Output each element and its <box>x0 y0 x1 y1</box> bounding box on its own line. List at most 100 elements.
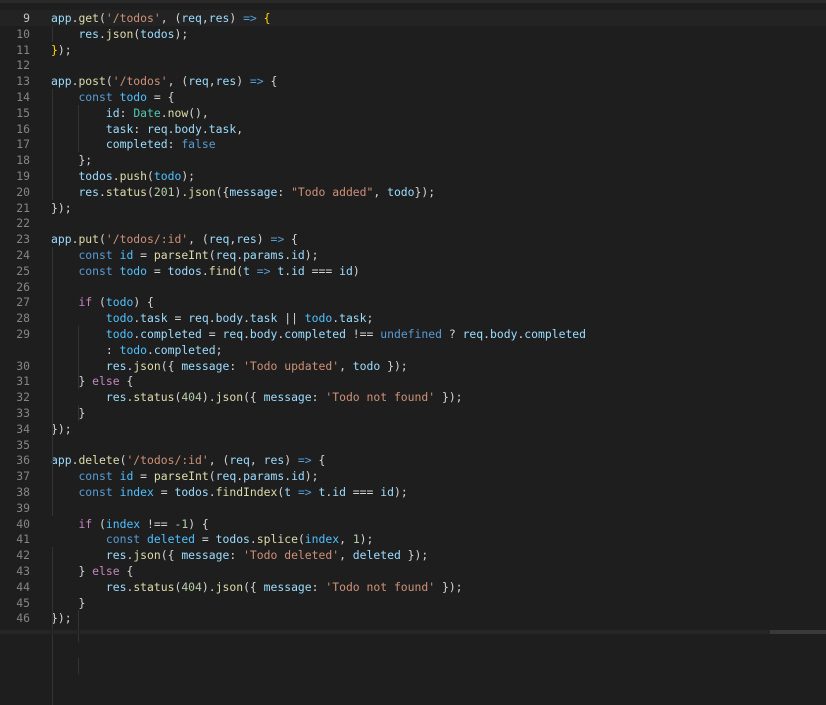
code-line[interactable]: res.json({ message: 'Todo deleted', dele… <box>51 547 428 563</box>
code-line[interactable]: const index = todos.findIndex(t => t.id … <box>51 484 408 500</box>
code-token: ( <box>208 469 216 484</box>
code-token: , <box>208 453 223 468</box>
code-token: ). <box>201 579 216 594</box>
code-token: { <box>119 374 134 389</box>
line-number: 39 <box>16 500 30 515</box>
code-token: const <box>78 90 113 104</box>
code-token: todos <box>78 169 113 183</box>
code-line[interactable]: res.json(todos); <box>51 26 188 42</box>
line-number: 30 <box>16 358 30 373</box>
code-token: todo <box>119 90 148 104</box>
indent-guide <box>52 25 53 42</box>
code-token: task <box>208 121 237 136</box>
indent-guide <box>78 326 79 390</box>
code-line[interactable]: res.status(201).json({message: "Todo add… <box>51 184 435 200</box>
scrollbar-thumb[interactable] <box>770 630 826 634</box>
code-line[interactable]: app.put('/todos/:id', (req,res) => { <box>51 231 298 247</box>
code-line[interactable]: app.delete('/todos/:id', (req, res) => { <box>51 452 325 468</box>
code-token: task <box>339 311 367 326</box>
code-token: '/todos/:id' <box>126 453 209 468</box>
code-line[interactable]: }; <box>51 152 92 168</box>
code-token: ( <box>99 232 106 247</box>
code-token: post <box>78 74 106 89</box>
code-token: . <box>249 532 257 547</box>
code-token: '/todos' <box>105 11 161 25</box>
code-token: ) <box>229 11 244 25</box>
code-line[interactable]: todo.completed = req.body.completed !== … <box>51 326 586 342</box>
code-token: }); <box>51 421 72 436</box>
code-token: else <box>92 374 120 389</box>
code-line[interactable]: completed: false <box>51 136 216 152</box>
code-line[interactable]: res.status(404).json({ message: 'Todo no… <box>51 389 463 405</box>
code-line[interactable]: if (todo) { <box>51 294 153 310</box>
code-token: id <box>105 105 120 120</box>
code-token: id <box>291 248 305 262</box>
line-number: 23 <box>16 232 30 247</box>
horizontal-scrollbar[interactable] <box>0 630 826 634</box>
code-token: ({ <box>160 548 182 563</box>
code-token: id <box>291 263 305 278</box>
code-line[interactable]: if (index !== -1) { <box>51 516 208 532</box>
code-token: ( <box>208 248 216 262</box>
code-line[interactable]: }); <box>51 200 72 216</box>
code-line[interactable]: } else { <box>51 563 133 579</box>
code-token: ? <box>441 327 463 341</box>
code-token: index <box>304 532 340 547</box>
code-token: ; <box>366 311 374 326</box>
code-line[interactable]: const deleted = todos.splice(index, 1); <box>51 531 374 547</box>
code-token: . <box>160 105 168 120</box>
code-line[interactable]: }); <box>51 610 72 626</box>
code-line[interactable]: task: req.body.task, <box>51 121 243 137</box>
code-token: , <box>236 121 244 136</box>
code-token: completed <box>153 342 216 357</box>
code-token: message <box>181 548 230 563</box>
code-line[interactable]: } else { <box>51 373 133 389</box>
code-line[interactable]: id: Date.now(), <box>51 105 209 121</box>
code-token: = <box>153 485 175 499</box>
code-editor[interactable]: 9 10 11 12 13 14 15 16 17 18 19 20 21 22 23 24 25 26 27 28 2… <box>0 0 826 705</box>
line-number: 35 <box>16 437 30 452</box>
code-line[interactable]: const id = parseInt(req.params.id); <box>51 468 318 484</box>
code-token: : <box>277 184 292 199</box>
code-token: = <box>167 311 189 326</box>
code-token: : <box>229 358 244 373</box>
line-number: 26 <box>16 279 30 294</box>
code-token: push <box>119 169 148 183</box>
code-line[interactable]: } <box>51 595 85 611</box>
code-line[interactable]: todos.push(todo); <box>51 168 195 184</box>
code-token: Date <box>133 105 161 120</box>
code-token: task <box>249 311 278 326</box>
code-token: body <box>249 327 278 341</box>
code-line[interactable]: const todo = todos.find(t => t.id === id… <box>51 263 359 279</box>
code-line[interactable]: : todo.completed; <box>51 342 223 358</box>
code-line[interactable]: const id = parseInt(req.params.id); <box>51 247 318 263</box>
line-number: 24 <box>16 248 30 262</box>
code-line[interactable]: app.post('/todos', (req,res) => { <box>51 73 277 89</box>
code-token: } <box>78 595 86 610</box>
code-token: , <box>339 358 353 373</box>
code-line[interactable]: res.json({ message: 'Todo updated', todo… <box>51 358 408 374</box>
code-token: res <box>215 74 237 89</box>
code-line[interactable]: } <box>51 405 85 421</box>
code-token: ); <box>393 485 408 499</box>
code-line[interactable]: app.get('/todos', (req,res) => { <box>51 10 271 26</box>
code-token: req <box>181 11 202 25</box>
code-line[interactable]: todo.task = req.body.task || todo.task; <box>51 310 374 326</box>
code-token: } <box>78 564 93 578</box>
line-number: 25 <box>16 263 30 278</box>
code-token: app <box>51 232 72 247</box>
code-line[interactable]: const todo = { <box>51 89 174 105</box>
line-number: 40 <box>16 516 30 531</box>
code-token: todos <box>167 263 202 278</box>
code-token: res <box>105 579 127 594</box>
code-line[interactable]: }); <box>51 42 72 58</box>
code-token: todo <box>105 311 134 326</box>
code-area[interactable]: app.get('/todos', (req,res) => { res.jso… <box>51 0 826 705</box>
code-line[interactable]: res.status(404).json({ message: 'Todo no… <box>51 579 463 595</box>
code-token: 1 <box>352 532 360 547</box>
code-line[interactable]: }); <box>51 421 72 437</box>
line-number: 44 <box>16 579 30 594</box>
